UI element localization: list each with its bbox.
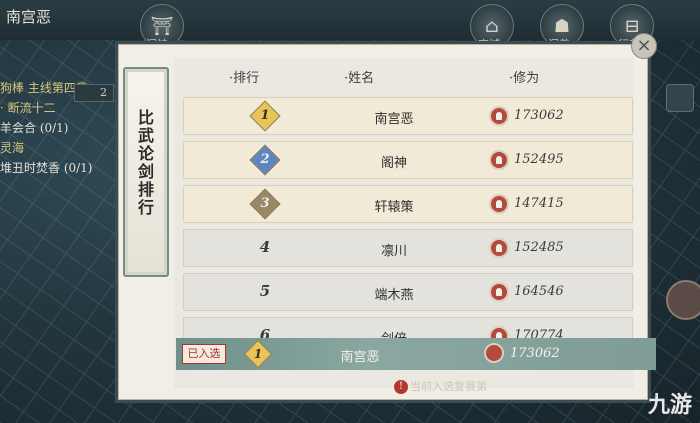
- ranking-title: 比武论剑排行: [135, 109, 154, 217]
- header-name: ·姓名: [344, 71, 375, 86]
- player-name-cell: 凛川: [380, 244, 407, 259]
- cultivation-icon: [489, 194, 509, 214]
- power-value: 147415: [514, 196, 564, 211]
- cultivation-icon: [489, 282, 509, 302]
- rank-medal-gold: 1: [249, 100, 281, 132]
- cultivation-icon: [489, 238, 509, 258]
- quest-line-3: 灵海: [0, 141, 25, 155]
- close-icon[interactable]: ×: [631, 33, 657, 59]
- ranking-row[interactable]: 6 剑倍 170774: [183, 317, 633, 339]
- quest-line-4: 堆丑时焚香 (0/1): [0, 161, 93, 175]
- player-name-cell: 轩辕策: [374, 200, 414, 215]
- rank-number: 4: [259, 238, 271, 256]
- rank-medal-bronze: 3: [249, 188, 281, 220]
- rank-number: 3: [260, 196, 270, 211]
- top-hud: 南宫恶: [0, 0, 700, 40]
- my-power-value: 173062: [510, 346, 560, 361]
- player-name-cell: 阁神: [380, 156, 407, 171]
- cultivation-icon: [489, 106, 509, 126]
- rank-number: 2: [260, 152, 270, 167]
- power-value: 152495: [514, 152, 564, 167]
- header-rank: ·排行: [229, 71, 260, 86]
- cultivation-icon: [484, 343, 504, 363]
- party-count: 2: [100, 86, 107, 99]
- party-counter[interactable]: 2: [74, 84, 114, 102]
- cultivation-icon: [489, 150, 509, 170]
- rank-number: 1: [260, 108, 270, 123]
- power-value: 152485: [514, 240, 564, 255]
- header-power: ·修为: [509, 71, 540, 86]
- ranking-row[interactable]: 1 南宫恶 173062: [183, 97, 633, 135]
- my-rank-number: 1: [253, 347, 263, 361]
- player-name-cell: 端木燕: [374, 288, 414, 303]
- my-rank-medal: 1: [243, 339, 273, 369]
- notice-label: 当前入选复赛弟: [410, 380, 487, 393]
- side-title-tab: 比武论剑排行: [123, 67, 169, 277]
- my-name: 南宫恶: [340, 350, 380, 365]
- player-name-cell: 南宫恶: [374, 112, 414, 127]
- rank-medal-blue: 2: [249, 144, 281, 176]
- ranking-row[interactable]: 3 轩辕策 147415: [183, 185, 633, 223]
- selected-tag: 已入选: [182, 344, 226, 364]
- rank-number: 5: [259, 282, 271, 300]
- ranking-row[interactable]: 5 端木燕 164546: [183, 273, 633, 311]
- ranking-row[interactable]: 4 凛川 152485: [183, 229, 633, 267]
- chat-icon[interactable]: [666, 280, 700, 320]
- watermark-logo: 九游: [647, 393, 692, 418]
- side-menu-button[interactable]: [666, 84, 694, 112]
- player-name: 南宫恶: [6, 8, 52, 26]
- quest-line-2: 羊会合 (0/1): [0, 121, 69, 135]
- power-value: 164546: [514, 284, 564, 299]
- notice-text: ! 当前入选复赛弟: [394, 378, 487, 396]
- alert-icon: !: [394, 380, 408, 394]
- power-value: 173062: [514, 108, 564, 123]
- ranking-row[interactable]: 2 阁神 152495: [183, 141, 633, 179]
